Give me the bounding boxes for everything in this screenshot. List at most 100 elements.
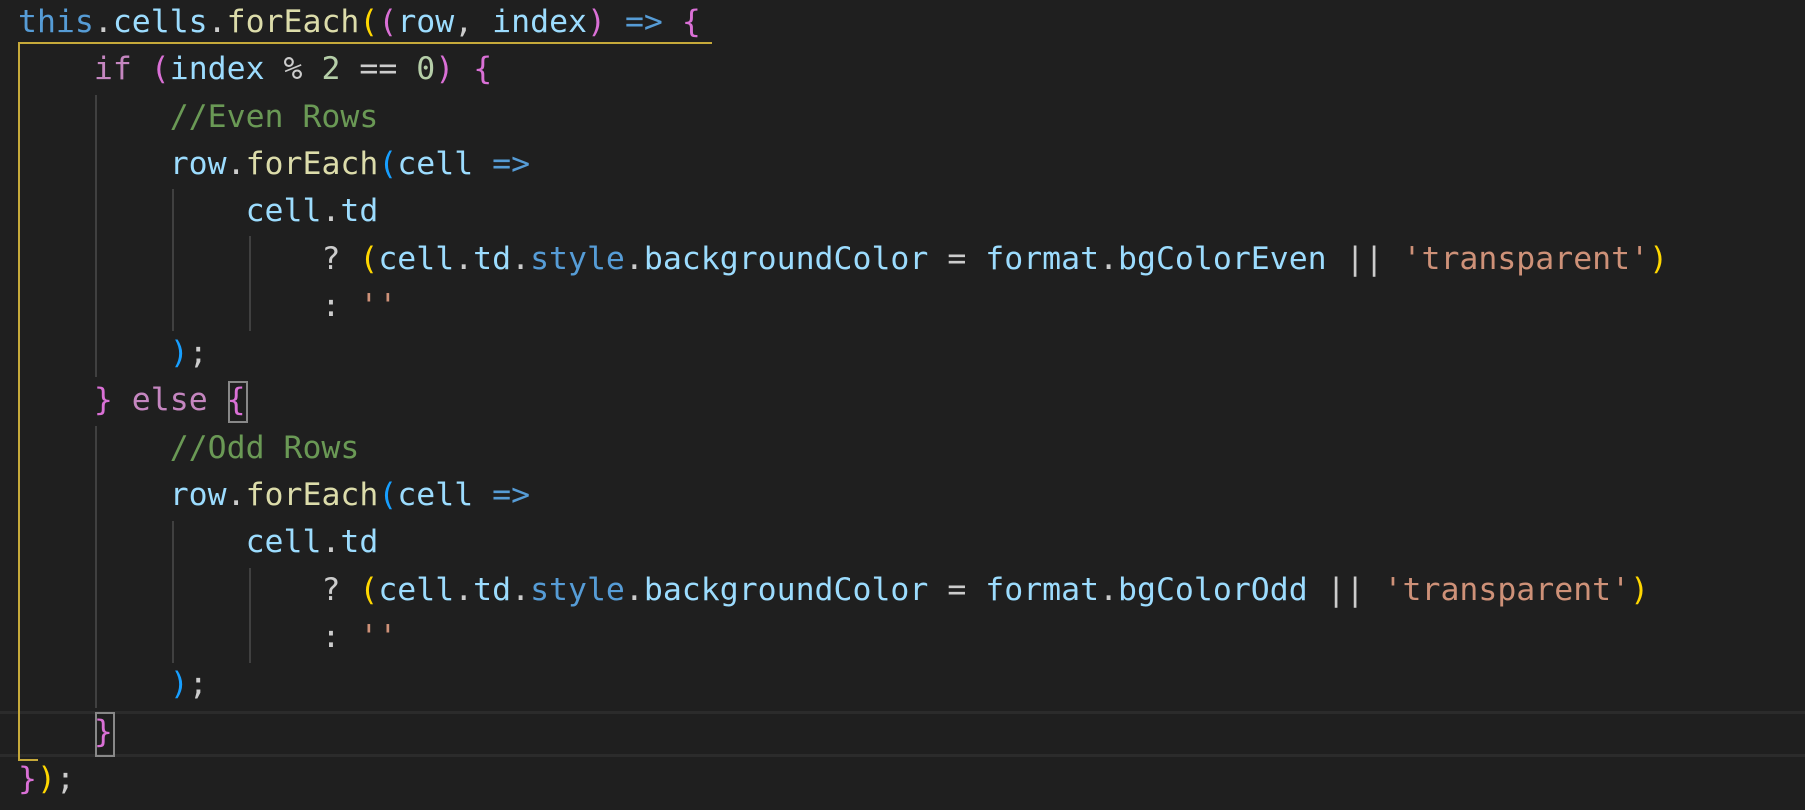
code-line-text: cell.td bbox=[18, 188, 379, 235]
code-token: } bbox=[93, 382, 113, 419]
code-editor[interactable]: this.cells.forEach((row, index) => { if … bbox=[0, 0, 1805, 810]
code-line[interactable]: } bbox=[0, 709, 1805, 756]
code-token: . bbox=[454, 240, 474, 277]
code-line[interactable]: : '' bbox=[0, 283, 1805, 330]
code-token: . bbox=[624, 240, 644, 277]
code-line-text: //Odd Rows bbox=[18, 425, 360, 472]
code-token: //Odd Rows bbox=[169, 429, 360, 466]
code-token: , bbox=[454, 4, 493, 40]
code-token: ? bbox=[321, 240, 360, 277]
code-token: . bbox=[1099, 240, 1119, 277]
code-token: cells bbox=[112, 4, 208, 40]
code-line[interactable]: }); bbox=[0, 756, 1805, 803]
code-line-text: : '' bbox=[18, 614, 397, 661]
code-token: ( bbox=[359, 4, 379, 40]
code-line[interactable]: : '' bbox=[0, 614, 1805, 661]
code-token: cell bbox=[245, 524, 322, 561]
code-token: . bbox=[624, 571, 644, 608]
code-token: index bbox=[492, 4, 587, 40]
code-token: cell bbox=[397, 145, 474, 182]
code-token: { bbox=[473, 51, 493, 88]
code-line[interactable]: cell.td bbox=[0, 519, 1805, 566]
code-token: forEach bbox=[226, 4, 360, 40]
code-token: . bbox=[511, 240, 531, 277]
code-line[interactable]: this.cells.forEach((row, index) => { bbox=[0, 0, 1805, 46]
code-line-text: row.forEach(cell => bbox=[18, 141, 530, 188]
code-token: 'transparent' bbox=[1383, 571, 1631, 608]
code-line[interactable]: ? (cell.td.style.backgroundColor = forma… bbox=[0, 567, 1805, 614]
code-token: '' bbox=[359, 618, 398, 655]
code-token: //Even Rows bbox=[169, 98, 379, 135]
code-line[interactable]: if (index % 2 == 0) { bbox=[0, 46, 1805, 93]
code-line[interactable]: row.forEach(cell => bbox=[0, 472, 1805, 519]
code-token: backgroundColor bbox=[643, 240, 929, 277]
code-token: format bbox=[985, 240, 1100, 277]
code-token: cell bbox=[378, 571, 455, 608]
code-token: 0 bbox=[416, 51, 436, 88]
code-line-text: }); bbox=[18, 756, 75, 803]
code-token: = bbox=[928, 240, 986, 277]
code-line[interactable]: ); bbox=[0, 661, 1805, 708]
code-token: : bbox=[321, 618, 360, 655]
code-token: || bbox=[1326, 240, 1403, 277]
code-token: : bbox=[321, 287, 360, 324]
code-line-text: ); bbox=[18, 661, 208, 708]
code-line[interactable]: } else { bbox=[0, 377, 1805, 424]
code-token: { bbox=[681, 4, 701, 40]
code-token: = bbox=[928, 571, 986, 608]
code-line[interactable]: //Even Rows bbox=[0, 94, 1805, 141]
code-token: == bbox=[340, 51, 417, 88]
code-line-text: ); bbox=[18, 330, 208, 377]
code-token: . bbox=[321, 193, 341, 230]
code-token: td bbox=[473, 240, 512, 277]
code-token: format bbox=[985, 571, 1100, 608]
code-token: '' bbox=[359, 287, 398, 324]
code-line-text: //Even Rows bbox=[18, 94, 379, 141]
code-token: ( bbox=[150, 51, 170, 88]
code-token: ( bbox=[359, 240, 379, 277]
code-line[interactable]: row.forEach(cell => bbox=[0, 141, 1805, 188]
code-token: ( bbox=[359, 571, 379, 608]
code-token: => bbox=[492, 145, 531, 182]
code-line-text: this.cells.forEach((row, index) => { bbox=[18, 0, 701, 46]
code-line[interactable]: cell.td bbox=[0, 188, 1805, 235]
code-token: ) bbox=[435, 51, 455, 88]
code-line[interactable]: ? (cell.td.style.backgroundColor = forma… bbox=[0, 236, 1805, 283]
code-token: index bbox=[169, 51, 265, 88]
code-token: . bbox=[93, 4, 113, 40]
code-token: td bbox=[340, 193, 379, 230]
code-token: ) bbox=[1649, 240, 1669, 277]
code-token: td bbox=[340, 524, 379, 561]
code-token: forEach bbox=[245, 477, 379, 513]
code-token: style bbox=[530, 571, 625, 608]
code-token: => bbox=[492, 477, 531, 513]
code-token: else bbox=[131, 382, 208, 419]
code-token: % bbox=[264, 51, 322, 88]
code-token: . bbox=[321, 524, 341, 561]
code-token: ; bbox=[188, 335, 208, 372]
code-line-text: row.forEach(cell => bbox=[18, 472, 530, 519]
code-token: ) bbox=[587, 4, 606, 40]
code-token: bgColorEven bbox=[1118, 240, 1327, 277]
code-line[interactable]: ); bbox=[0, 330, 1805, 377]
code-token: row bbox=[169, 477, 227, 513]
code-line-text: ? (cell.td.style.backgroundColor = forma… bbox=[18, 236, 1668, 283]
code-token: ) bbox=[169, 335, 189, 372]
code-line[interactable]: //Odd Rows bbox=[0, 425, 1805, 472]
code-token: => bbox=[624, 4, 663, 40]
